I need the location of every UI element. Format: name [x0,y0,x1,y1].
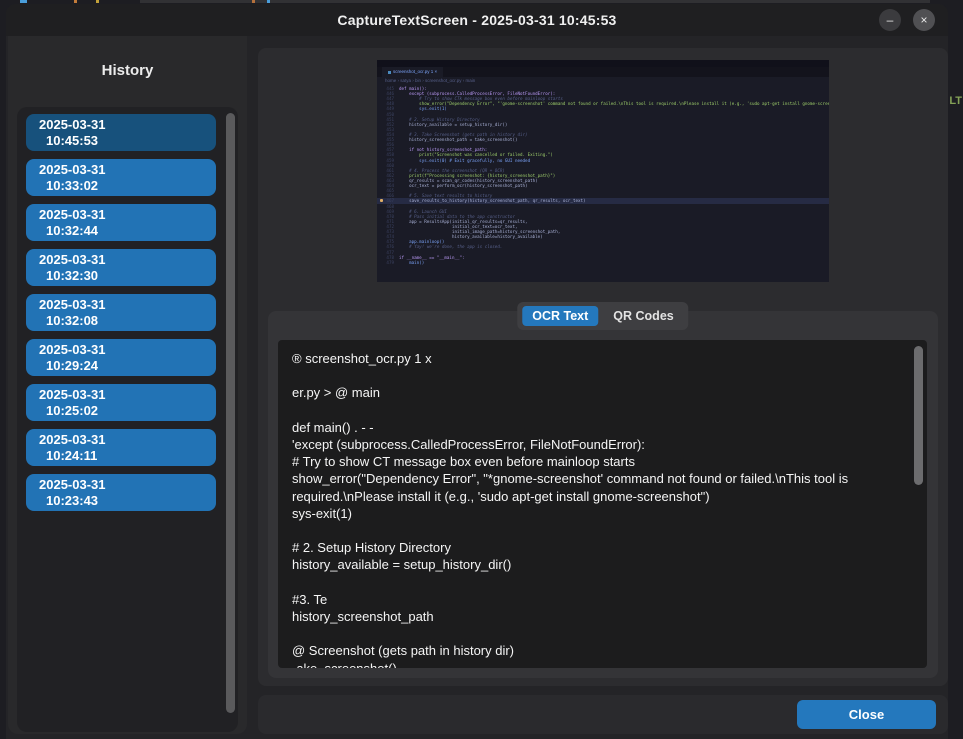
ocr-text-line: er.py > @ main [292,384,903,401]
mini-editor-tab-label: screenshot_ocr.py 1 × [393,67,437,77]
history-item[interactable]: 2025-03-31 10:24:11 [26,429,216,466]
ocr-text-line: ® screenshot_ocr.py 1 x [292,350,903,367]
ocr-text-line: sys-exit(1) [292,505,903,522]
ocr-text-line: -ake_screenshot() [292,660,903,668]
history-item-date: 2025-03-31 [39,252,216,268]
close-window-button[interactable]: × [913,9,935,31]
history-item-date: 2025-03-31 [39,387,216,403]
history-item[interactable]: 2025-03-31 10:32:30 [26,249,216,286]
ocr-text-line [292,522,903,539]
ocr-text-line [292,574,903,591]
mini-editor-code: 445 def main(): 446 except (subprocess.C… [377,85,829,282]
history-list: 2025-03-31 10:45:53 2025-03-31 10:33:02 … [17,107,238,732]
history-item[interactable]: 2025-03-31 10:23:43 [26,474,216,511]
history-item-time: 10:25:02 [46,403,216,419]
history-item-date: 2025-03-31 [39,117,216,133]
ocr-text-line [292,625,903,642]
history-item[interactable]: 2025-03-31 10:25:02 [26,384,216,421]
history-item-time: 10:33:02 [46,178,216,194]
screenshot-preview-image: screenshot_ocr.py 1 × home › satya › bin… [377,60,829,282]
ocr-text-line: history_screenshot_path [292,608,903,625]
mini-line-number: 479 [377,260,399,265]
history-sidebar: History 2025-03-31 10:45:53 2025-03-31 1… [8,36,247,734]
history-scrollbar-thumb[interactable] [226,113,235,713]
mini-code-line: 479 main() [377,260,829,265]
history-item-time: 10:23:43 [46,493,216,509]
history-item-date: 2025-03-31 [39,162,216,178]
result-tab[interactable]: OCR Text [522,306,598,326]
ocr-text-line: def main() . - - [292,419,903,436]
window-title: CaptureTextScreen - 2025-03-31 10:45:53 [337,12,616,28]
mini-line-text: main() [399,260,424,265]
mini-editor-tab: screenshot_ocr.py 1 × [382,67,443,77]
ocr-scrollbar-thumb[interactable] [914,346,923,485]
result-tab[interactable]: QR Codes [603,306,683,326]
python-icon [388,71,391,74]
history-item-time: 10:29:24 [46,358,216,374]
history-item[interactable]: 2025-03-31 10:33:02 [26,159,216,196]
main-panel: screenshot_ocr.py 1 × home › satya › bin… [258,48,948,686]
ocr-text-line: #3. Te [292,591,903,608]
ocr-text-line: # 2. Setup History Directory [292,539,903,556]
ocr-text-line [292,402,903,419]
history-item-date: 2025-03-31 [39,207,216,223]
history-item[interactable]: 2025-03-31 10:32:08 [26,294,216,331]
mini-editor-tabrow: screenshot_ocr.py 1 × [377,67,829,77]
result-tabs: OCR Text QR Codes [517,302,688,330]
result-tab-label: OCR Text [532,309,588,323]
ocr-text-line [292,367,903,384]
mini-editor-breadcrumb: home › satya › bin › screenshot_ocr.py ›… [377,77,829,85]
history-item[interactable]: 2025-03-31 10:45:53 [26,114,216,151]
ocr-text-line: @ Screenshot (gets path in history dir) [292,642,903,659]
ocr-text-box[interactable]: ® screenshot_ocr.py 1 x er.py > @ main d… [278,340,927,668]
result-tab-label: QR Codes [613,309,673,323]
background-code-fragment: LT [949,95,962,107]
history-item-time: 10:32:30 [46,268,216,284]
background-window-edge [140,0,930,3]
desktop-speck [20,0,27,3]
history-item-date: 2025-03-31 [39,432,216,448]
ocr-text-line: # Try to show CT message box even before… [292,453,903,470]
history-item-time: 10:24:11 [46,448,216,464]
ocr-content-panel: ® screenshot_ocr.py 1 x er.py > @ main d… [268,311,938,678]
history-item-date: 2025-03-31 [39,342,216,358]
app-window: CaptureTextScreen - 2025-03-31 10:45:53 … [6,4,948,739]
history-item-time: 10:45:53 [46,133,216,149]
history-item-date: 2025-03-31 [39,297,216,313]
history-item[interactable]: 2025-03-31 10:29:24 [26,339,216,376]
ocr-text-lines: ® screenshot_ocr.py 1 x er.py > @ main d… [292,350,903,668]
titlebar[interactable]: CaptureTextScreen - 2025-03-31 10:45:53 … [6,4,948,36]
history-item[interactable]: 2025-03-31 10:32:44 [26,204,216,241]
desktop-speck [74,0,77,3]
desktop-speck [252,0,255,3]
close-button[interactable]: Close [797,700,936,729]
history-heading: History [8,62,247,79]
ocr-text-line: history_available = setup_history_dir() [292,556,903,573]
history-items: 2025-03-31 10:45:53 2025-03-31 10:33:02 … [17,107,238,511]
ocr-text-line: show_error("Dependency Error", "*gnome-s… [292,470,903,487]
history-item-time: 10:32:44 [46,223,216,239]
history-item-time: 10:32:08 [46,313,216,329]
footer-bar: Close [258,695,948,734]
history-item-date: 2025-03-31 [39,477,216,493]
desktop-speck [96,0,99,3]
ocr-text-line: 'except (subprocess.CalledProcessError, … [292,436,903,453]
desktop-speck [267,0,270,3]
minimize-button[interactable]: – [879,9,901,31]
ocr-text-line: required.\nPlease install it (e.g., 'sud… [292,488,903,505]
mini-editor-titlebar [377,60,829,67]
